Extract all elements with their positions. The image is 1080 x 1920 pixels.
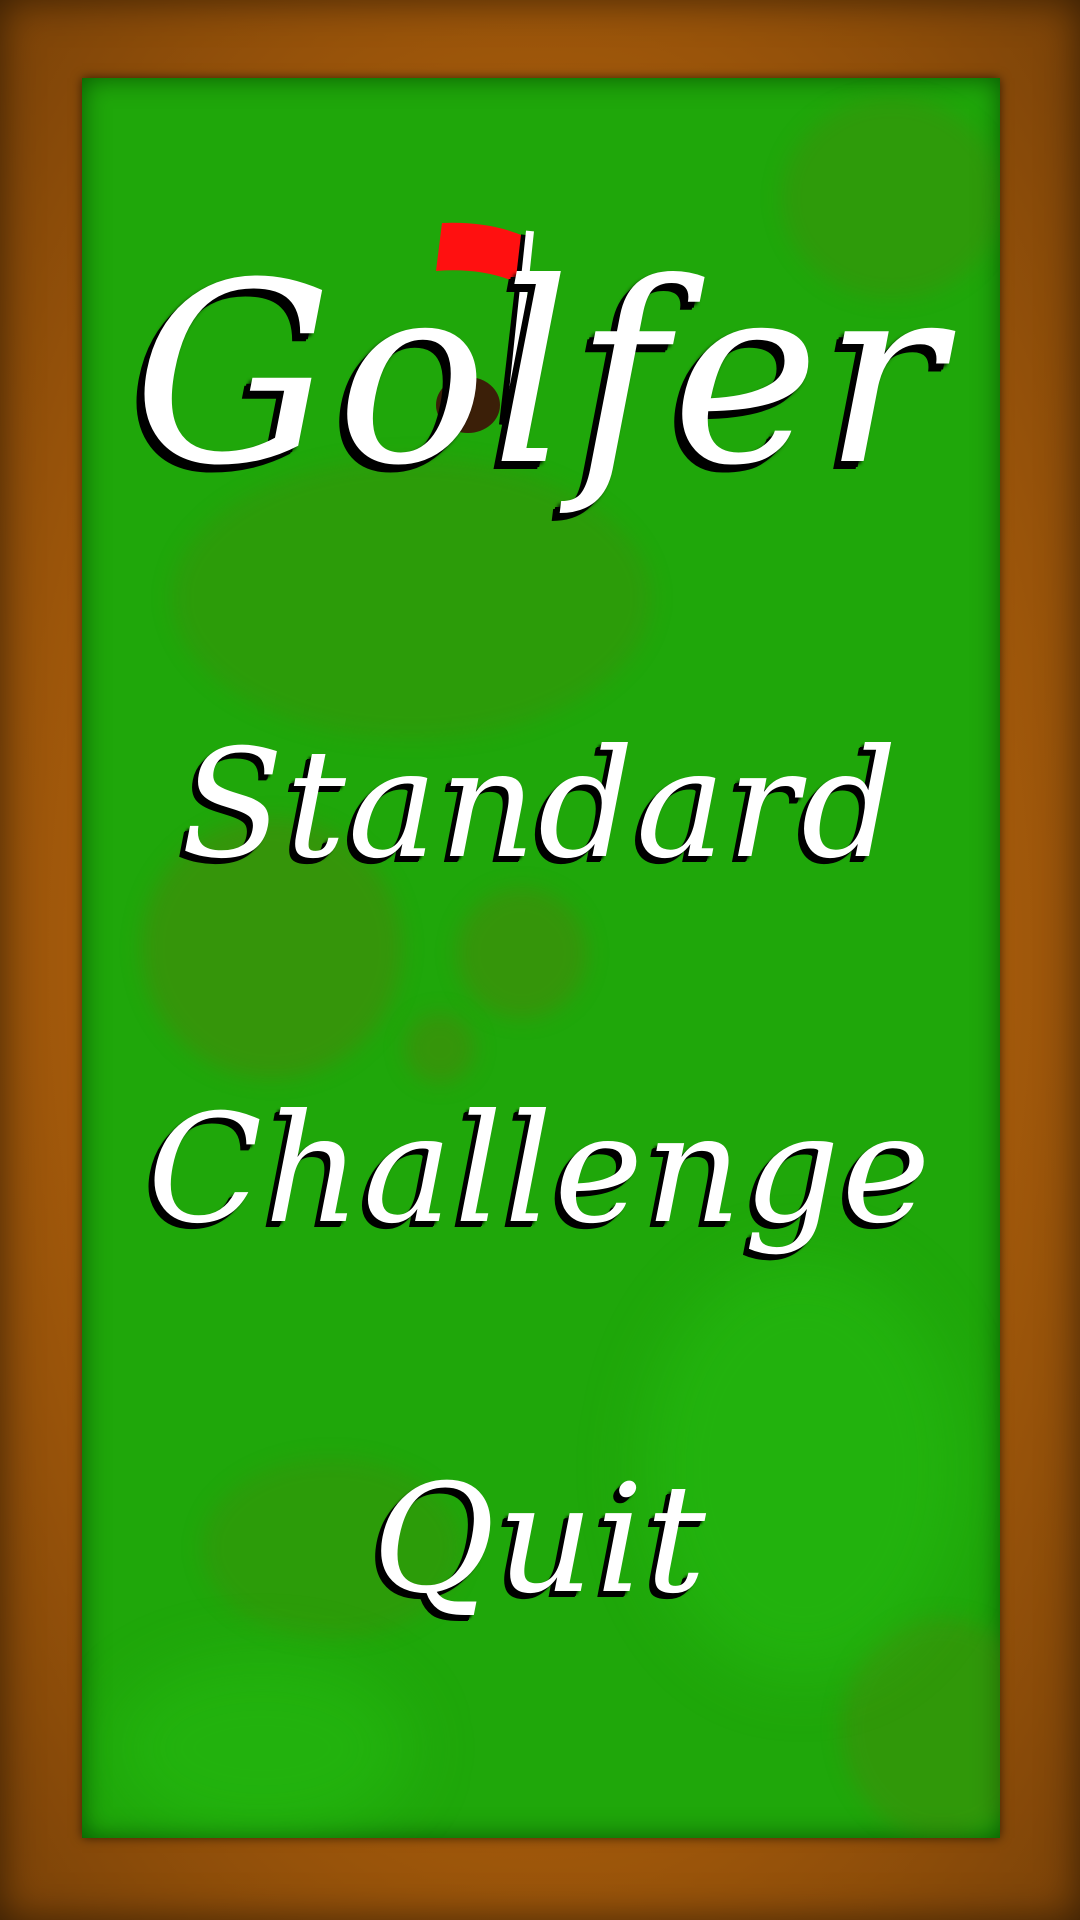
quit-button[interactable]: Quit <box>0 1455 1080 1625</box>
challenge-button[interactable]: Challenge <box>0 1085 1080 1255</box>
standard-button[interactable]: Standard <box>0 720 1080 890</box>
turf-patch <box>405 1013 475 1083</box>
turf-highlight <box>112 1658 412 1838</box>
turf-patch <box>457 888 587 1018</box>
game-title: Golfer <box>132 229 948 520</box>
